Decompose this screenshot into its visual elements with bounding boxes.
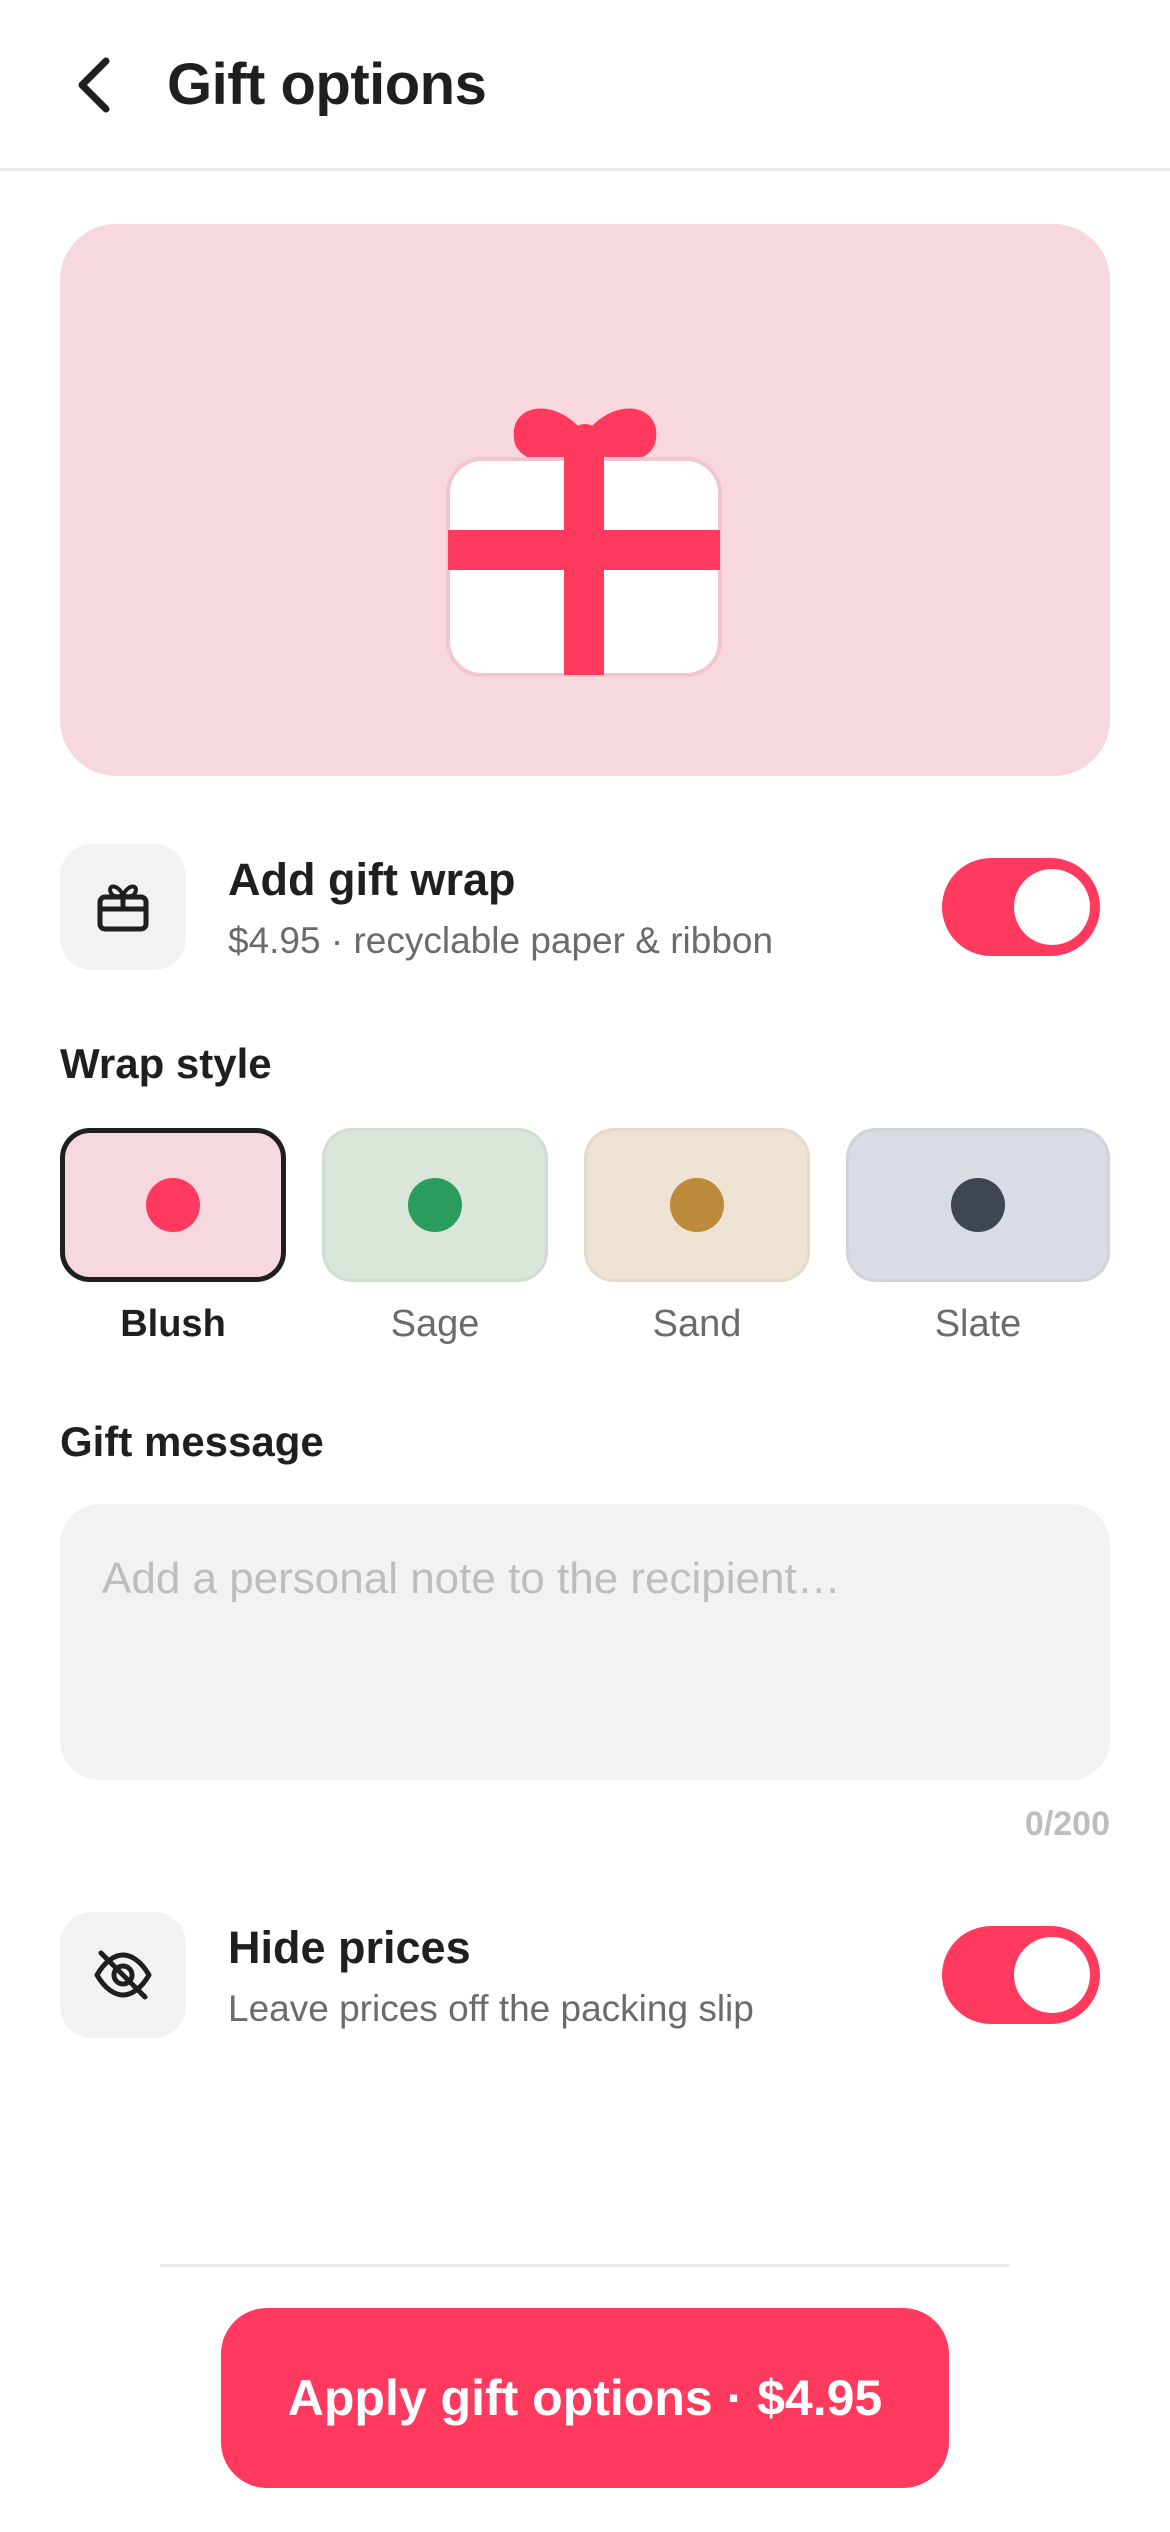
wrap-style-label: Wrap style bbox=[60, 1040, 272, 1087]
wrap-option-slate[interactable] bbox=[846, 1128, 1110, 1282]
toggle-knob bbox=[1014, 1937, 1090, 2013]
wrap-option-label: Slate bbox=[934, 1303, 1022, 1345]
gift-wrap-title: Add gift wrap bbox=[228, 854, 516, 905]
wrap-option-sage[interactable] bbox=[322, 1128, 548, 1282]
apply-gift-options-button[interactable]: Apply gift options · $4.95 bbox=[221, 2308, 949, 2488]
page-title: Gift options bbox=[167, 52, 487, 117]
gift-wrap-subtitle: $4.95 · recyclable paper & ribbon bbox=[228, 920, 774, 961]
chevron-left-icon bbox=[78, 57, 110, 113]
gift-wrap-toggle[interactable] bbox=[942, 858, 1100, 956]
back-button[interactable] bbox=[64, 50, 124, 120]
wrap-option-label: Sage bbox=[390, 1303, 480, 1345]
wrap-option-label: Sand bbox=[652, 1303, 742, 1345]
gift-box-icon bbox=[97, 884, 149, 932]
wrap-option-sand[interactable] bbox=[584, 1128, 810, 1282]
hide-prices-title: Hide prices bbox=[228, 1922, 471, 1973]
color-dot bbox=[408, 1178, 462, 1232]
gift-preview-card bbox=[60, 224, 1110, 776]
character-counter: 0/200 bbox=[1024, 1805, 1110, 1843]
gift-message-input[interactable] bbox=[60, 1504, 1110, 1780]
hide-prices-toggle[interactable] bbox=[942, 1926, 1100, 2024]
hide-prices-row: Hide prices Leave prices off the packing… bbox=[60, 1912, 1110, 2038]
color-dot bbox=[951, 1178, 1005, 1232]
gift-message-label: Gift message bbox=[60, 1418, 324, 1465]
eye-off-icon bbox=[94, 1950, 152, 2000]
color-dot bbox=[146, 1178, 200, 1232]
footer-divider bbox=[160, 2264, 1010, 2267]
color-dot bbox=[670, 1178, 724, 1232]
hide-prices-icon-tile bbox=[60, 1912, 186, 2038]
wrap-option-blush[interactable] bbox=[60, 1128, 286, 1282]
gift-wrap-row: Add gift wrap $4.95 · recyclable paper &… bbox=[60, 844, 1110, 970]
hide-prices-subtitle: Leave prices off the packing slip bbox=[228, 1988, 754, 2029]
wrap-option-label: Blush bbox=[120, 1303, 226, 1345]
gift-box-illustration bbox=[446, 408, 722, 677]
toggle-knob bbox=[1014, 869, 1090, 945]
top-bar: Gift options bbox=[0, 0, 1170, 171]
gift-wrap-icon-tile bbox=[60, 844, 186, 970]
